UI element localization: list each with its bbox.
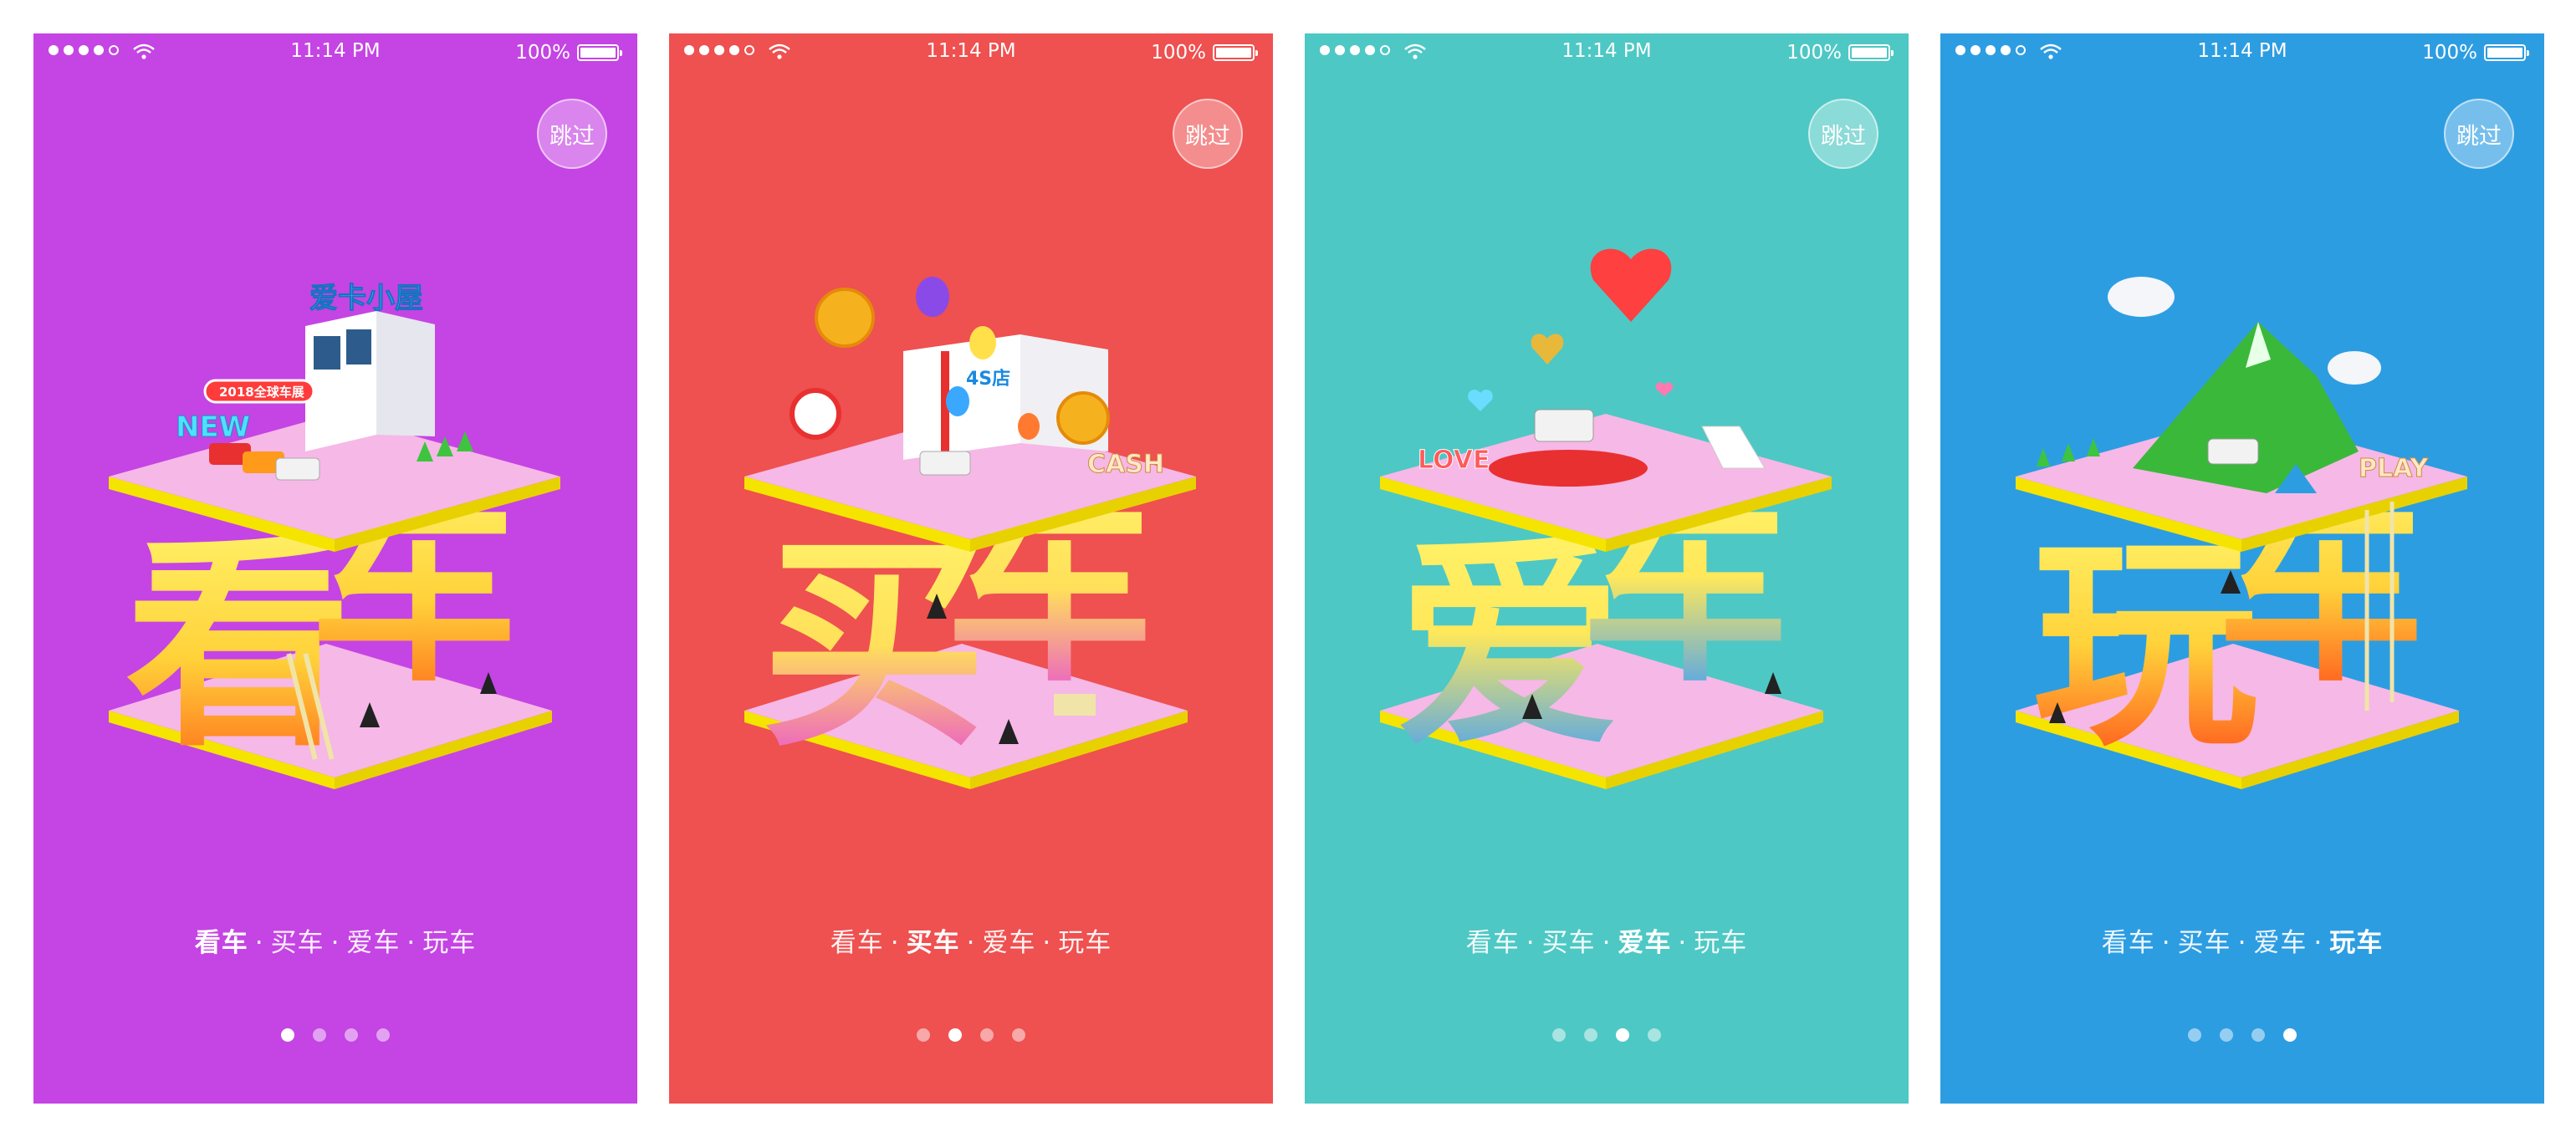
skip-button[interactable]: 跳过 [1173, 99, 1243, 169]
tab-buy-car[interactable]: 买车 [271, 928, 325, 958]
battery-percent: 100% [1786, 42, 1842, 64]
page-dot-2[interactable] [1584, 1028, 1597, 1042]
tab-buy-car[interactable]: 买车 [907, 928, 960, 958]
page-indicator [669, 1028, 1273, 1042]
battery-percent: 100% [1151, 42, 1206, 64]
page-indicator [33, 1028, 637, 1042]
tab-play-car[interactable]: 玩车 [1058, 928, 1112, 958]
page-dot-2[interactable] [948, 1028, 962, 1042]
page-dot-4[interactable] [2283, 1028, 2297, 1042]
page-dot-4[interactable] [1012, 1028, 1025, 1042]
illustration-love-car: 爱 车 LOVE [1380, 242, 1832, 811]
battery-icon [1213, 44, 1258, 61]
battery-percent: 100% [515, 42, 570, 64]
page-dot-3[interactable] [1616, 1028, 1629, 1042]
love-tag: LOVE [1418, 446, 1490, 475]
skip-button[interactable]: 跳过 [2444, 99, 2514, 169]
tab-look-car[interactable]: 看车 [831, 928, 884, 958]
tab-love-car[interactable]: 爱车 [346, 928, 400, 958]
page-dot-1[interactable] [917, 1028, 930, 1042]
banner-text: 2018全球车展 [219, 385, 304, 400]
illustration-buy-car: 买 车 4S店 CASH [744, 242, 1196, 811]
status-bar: 11:14 PM 100% [33, 33, 637, 72]
illustration-play-car: 玩 车 PLAY [2016, 242, 2467, 811]
page-dot-1[interactable] [1552, 1028, 1566, 1042]
page-dot-4[interactable] [1648, 1028, 1661, 1042]
cash-tag: CASH [1087, 450, 1164, 479]
feature-tabs: 看车 · 买车 · 爱车 · 玩车 [1465, 928, 1748, 958]
status-bar: 11:14 PM 100% [1305, 33, 1909, 72]
feature-tabs: 看车 · 买车 · 爱车 · 玩车 [2101, 928, 2384, 958]
building-sign: 爱卡小屋 [309, 282, 423, 315]
onboarding-screen-3: 11:14 PM 100% 跳过 爱 车 LOVE 看车 · 买车 · 爱车 ·… [1305, 33, 1909, 1104]
page-dot-3[interactable] [345, 1028, 358, 1042]
page-indicator [1305, 1028, 1909, 1042]
page-dot-3[interactable] [2251, 1028, 2265, 1042]
tab-play-car[interactable]: 玩车 [2329, 928, 2383, 958]
tab-love-car[interactable]: 爱车 [982, 928, 1035, 958]
store-sign: 4S店 [966, 369, 1010, 390]
tab-love-car[interactable]: 爱车 [1618, 928, 1671, 958]
tab-buy-car[interactable]: 买车 [2178, 928, 2231, 958]
illustration-look-car: 看 车 爱卡小屋 2018全球车展 NEW [109, 242, 560, 811]
tab-love-car[interactable]: 爱车 [2253, 928, 2307, 958]
battery-icon [2484, 44, 2529, 61]
tab-buy-car[interactable]: 买车 [1542, 928, 1596, 958]
feature-tabs: 看车 · 买车 · 爱车 · 玩车 [194, 928, 477, 958]
onboarding-screen-1: 11:14 PM 100% 跳过 看 车 爱卡小屋 2018全球车展 NEW 看… [33, 33, 637, 1104]
new-tag: NEW [176, 410, 250, 444]
tab-play-car[interactable]: 玩车 [1694, 928, 1747, 958]
tab-look-car[interactable]: 看车 [2102, 928, 2155, 958]
onboarding-screen-4: 11:14 PM 100% 跳过 玩 车 PLAY 看车 · 买车 · 爱车 ·… [1940, 33, 2544, 1104]
page-dot-1[interactable] [281, 1028, 294, 1042]
page-dot-2[interactable] [313, 1028, 326, 1042]
feature-tabs: 看车 · 买车 · 爱车 · 玩车 [830, 928, 1112, 958]
battery-icon [577, 44, 622, 61]
page-indicator [1940, 1028, 2544, 1042]
battery-icon [1848, 44, 1894, 61]
tab-look-car[interactable]: 看车 [195, 928, 248, 958]
status-bar: 11:14 PM 100% [1940, 33, 2544, 72]
battery-percent: 100% [2422, 42, 2477, 64]
onboarding-screen-2: 11:14 PM 100% 跳过 买 车 4S店 CASH 看车 · 买车 · … [669, 33, 1273, 1104]
skip-button[interactable]: 跳过 [1808, 99, 1878, 169]
page-dot-4[interactable] [376, 1028, 390, 1042]
tab-play-car[interactable]: 玩车 [422, 928, 476, 958]
status-bar: 11:14 PM 100% [669, 33, 1273, 72]
skip-button[interactable]: 跳过 [537, 99, 607, 169]
page-dot-2[interactable] [2220, 1028, 2233, 1042]
page-dot-3[interactable] [980, 1028, 994, 1042]
play-tag: PLAY [2359, 454, 2429, 483]
tab-look-car[interactable]: 看车 [1466, 928, 1520, 958]
page-dot-1[interactable] [2188, 1028, 2201, 1042]
